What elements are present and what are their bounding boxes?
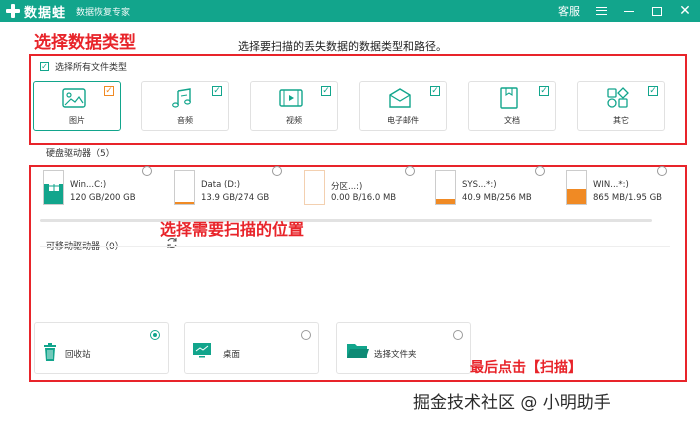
drive-d-radio[interactable] [272, 166, 282, 176]
minimize-button[interactable] [622, 4, 636, 18]
hard-drive-icon [435, 170, 456, 205]
image-icon [62, 88, 86, 108]
drive-name: 分区...:) [331, 182, 363, 192]
file-type-label: 图片 [69, 116, 85, 125]
drive-name: Win...C:) [70, 180, 107, 190]
file-type-document[interactable]: ✓ 文档 [468, 81, 556, 131]
drive-size: 0.00 B/16.0 MB [331, 193, 397, 203]
drive-partition-radio[interactable] [405, 166, 415, 176]
location-recycle-bin[interactable]: 回收站 [34, 322, 169, 374]
support-button[interactable]: 客服 [558, 3, 580, 19]
drive-c[interactable]: Win...C:) 120 GB/200 GB [43, 170, 163, 210]
desktop-radio[interactable] [301, 330, 311, 340]
drive-name: WIN...*:) [593, 180, 629, 190]
video-icon [279, 89, 303, 107]
select-folder-radio[interactable] [453, 330, 463, 340]
drive-size: 120 GB/200 GB [70, 193, 136, 203]
annotation-select-type: 选择数据类型 [34, 33, 136, 53]
document-icon [500, 87, 518, 109]
drive-sys[interactable]: SYS...*:) 40.9 MB/256 MB [435, 170, 555, 210]
location-label: 桌面 [223, 350, 241, 360]
location-select-folder[interactable]: 选择文件夹 [336, 322, 471, 374]
app-subtitle: 数据恢复专家 [76, 7, 131, 18]
drive-win-radio[interactable] [657, 166, 667, 176]
maximize-button[interactable] [650, 4, 664, 18]
removable-drives-area [40, 246, 670, 316]
title-bar: 数据蛙 数据恢复专家 客服 ✕ [0, 0, 700, 22]
drive-size: 40.9 MB/256 MB [462, 193, 532, 203]
annotation-select-location: 选择需要扫描的位置 [160, 220, 305, 239]
location-label: 选择文件夹 [374, 350, 417, 360]
hard-drives-label: 硬盘驱动器（5） [46, 149, 115, 159]
file-type-audio[interactable]: ✓ 音频 [141, 81, 229, 131]
select-all-checkbox[interactable]: ✓ 选择所有文件类型 [40, 60, 127, 73]
file-type-email[interactable]: ✓ 电子邮件 [359, 81, 447, 131]
recycle-bin-radio[interactable] [150, 330, 160, 340]
drive-usage-fill [175, 202, 194, 204]
close-button[interactable]: ✕ [678, 4, 692, 18]
checkbox-checked-icon: ✓ [40, 61, 49, 71]
drive-name: SYS...*:) [462, 180, 497, 190]
email-type-checkbox[interactable]: ✓ [430, 86, 440, 96]
maximize-icon [652, 6, 662, 16]
menu-icon [595, 7, 607, 15]
desktop-icon [193, 343, 211, 358]
recycle-bin-icon [44, 343, 56, 361]
file-type-other[interactable]: ✓ 其它 [577, 81, 665, 131]
location-desktop[interactable]: 桌面 [184, 322, 319, 374]
drive-usage-fill [436, 198, 455, 204]
drive-usage-fill [567, 189, 586, 204]
drive-sys-radio[interactable] [535, 166, 545, 176]
document-type-checkbox[interactable]: ✓ [539, 86, 549, 96]
drive-d[interactable]: Data (D:) 13.9 GB/274 GB [174, 170, 294, 210]
drive-c-radio[interactable] [142, 166, 152, 176]
video-type-checkbox[interactable]: ✓ [321, 86, 331, 96]
audio-type-checkbox[interactable]: ✓ [212, 86, 222, 96]
drive-partition[interactable]: 分区...:) 0.00 B/16.0 MB [304, 170, 424, 210]
email-icon [389, 88, 411, 108]
location-label: 回收站 [65, 350, 91, 360]
other-type-checkbox[interactable]: ✓ [648, 86, 658, 96]
hard-drive-icon [43, 170, 64, 205]
file-type-video[interactable]: ✓ 视频 [250, 81, 338, 131]
menu-button[interactable] [594, 4, 608, 18]
drive-size: 13.9 GB/274 GB [201, 193, 270, 203]
hard-drive-icon [174, 170, 195, 205]
file-type-label: 文档 [504, 116, 520, 125]
drive-size: 865 MB/1.95 GB [593, 193, 663, 203]
hard-drive-icon [566, 170, 587, 205]
instruction-text: 选择要扫描的丢失数据的数据类型和路径。 [238, 40, 447, 53]
music-icon [172, 88, 191, 108]
file-type-label: 其它 [613, 116, 629, 125]
drive-win[interactable]: WIN...*:) 865 MB/1.95 GB [566, 170, 686, 210]
app-logo: 数据蛙 [6, 2, 66, 21]
other-icon [607, 87, 629, 108]
select-all-label: 选择所有文件类型 [55, 63, 128, 73]
plus-logo-icon [6, 4, 20, 18]
windows-logo-icon [49, 181, 59, 191]
drive-name: Data (D:) [201, 180, 241, 190]
folder-icon [347, 344, 369, 358]
hard-drive-icon [304, 170, 325, 205]
annotation-click-scan: 最后点击【扫描】 [470, 360, 582, 376]
minimize-icon [624, 10, 634, 12]
close-icon: ✕ [679, 3, 691, 19]
file-type-label: 视频 [286, 116, 302, 125]
file-type-image[interactable]: ✓ 图片 [33, 81, 121, 131]
logo-text: 数据蛙 [24, 5, 67, 21]
file-type-label: 音频 [177, 116, 193, 125]
watermark: 掘金技术社区 @ 小明助手 [413, 393, 611, 413]
image-type-checkbox[interactable]: ✓ [104, 86, 114, 96]
file-type-label: 电子邮件 [387, 116, 419, 125]
drives-scrollbar[interactable] [40, 219, 652, 222]
